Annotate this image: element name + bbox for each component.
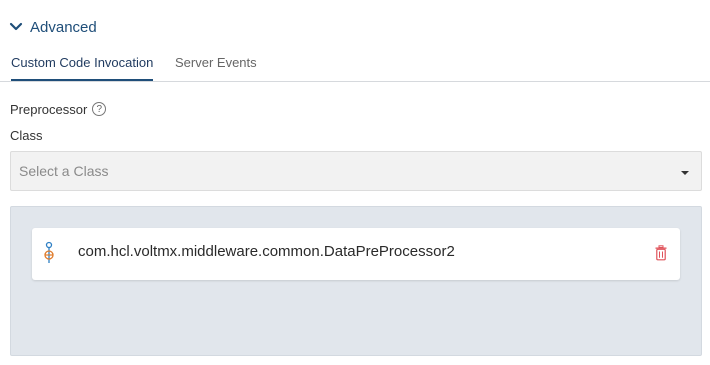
tab-server-events[interactable]: Server Events bbox=[175, 55, 257, 81]
section-title: Advanced bbox=[30, 18, 97, 36]
preprocessor-label: Preprocessor bbox=[10, 101, 88, 117]
preprocessor-label-row: Preprocessor ? bbox=[10, 100, 107, 118]
class-select-placeholder: Select a Class bbox=[19, 163, 109, 179]
class-label: Class bbox=[10, 128, 43, 143]
advanced-section-toggle[interactable]: Advanced bbox=[9, 16, 97, 38]
chevron-down-icon bbox=[9, 20, 23, 34]
caret-down-icon bbox=[681, 171, 689, 175]
class-select[interactable]: Select a Class bbox=[10, 151, 702, 191]
class-list-item[interactable]: com.hcl.voltmx.middleware.common.DataPre… bbox=[32, 228, 680, 280]
class-list-panel: com.hcl.voltmx.middleware.common.DataPre… bbox=[10, 206, 702, 356]
tab-custom-code-invocation[interactable]: Custom Code Invocation bbox=[11, 55, 154, 81]
class-name: com.hcl.voltmx.middleware.common.DataPre… bbox=[78, 243, 455, 260]
help-icon[interactable]: ? bbox=[92, 102, 107, 116]
delete-icon[interactable] bbox=[654, 245, 668, 261]
tab-bar: Custom Code Invocation Server Events bbox=[0, 45, 710, 82]
code-class-icon bbox=[42, 241, 56, 265]
